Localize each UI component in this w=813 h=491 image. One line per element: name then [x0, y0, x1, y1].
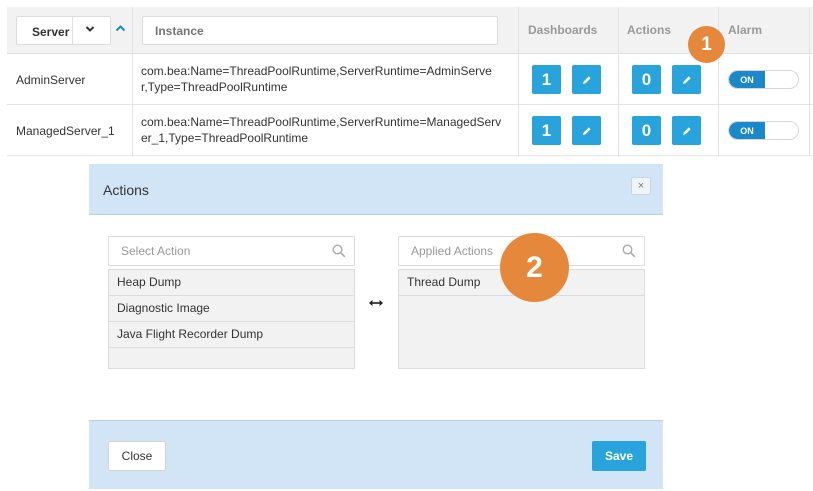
actions-column-header: Actions: [627, 23, 672, 37]
swap-arrows-icon[interactable]: [368, 297, 384, 311]
dashboards-column-header: Dashboards: [528, 23, 598, 37]
edit-actions-button[interactable]: [672, 65, 701, 94]
edit-dashboards-button[interactable]: [572, 65, 601, 94]
actions-count-button[interactable]: 0: [632, 116, 661, 145]
available-actions-list: Heap Dump Diagnostic Image Java Flight R…: [108, 269, 355, 369]
table-row: ManagedServer_1 com.bea:Name=ThreadPoolR…: [7, 105, 813, 156]
instance-line: com.bea:Name=ThreadPoolRuntime,ServerRun…: [141, 115, 502, 129]
instance-line: r,Type=ThreadPoolRuntime: [141, 80, 288, 94]
pencil-icon: [582, 126, 591, 135]
actions-count-button[interactable]: 0: [632, 65, 661, 94]
pencil-icon: [682, 126, 691, 135]
save-button[interactable]: Save: [592, 441, 646, 471]
servers-table: Server Dashboards Actions Alarm AdminSer…: [7, 7, 813, 157]
select-action-search: [108, 236, 355, 266]
chevron-down-icon[interactable]: [85, 22, 95, 39]
dashboards-count-button[interactable]: 1: [532, 116, 561, 145]
instance-line: com.bea:Name=ThreadPoolRuntime,ServerRun…: [141, 64, 492, 78]
close-button[interactable]: Close: [108, 441, 166, 471]
step-callout-1: 1: [688, 26, 725, 63]
dialog-header: Actions ×: [89, 164, 663, 215]
server-name: AdminServer: [16, 73, 86, 87]
close-icon[interactable]: ×: [631, 177, 651, 195]
alarm-toggle[interactable]: ON: [728, 121, 799, 140]
dialog-footer: Close Save: [89, 420, 663, 489]
dashboards-count-button[interactable]: 1: [532, 65, 561, 94]
pencil-icon: [682, 75, 691, 84]
list-item-heap-dump[interactable]: Heap Dump: [109, 270, 354, 296]
edit-dashboards-button[interactable]: [572, 116, 601, 145]
server-column-label: Server: [32, 25, 70, 39]
step-callout-2: 2: [500, 233, 569, 302]
select-action-input[interactable]: [109, 237, 324, 265]
alarm-toggle[interactable]: ON: [728, 70, 799, 89]
list-item-diagnostic-image[interactable]: Diagnostic Image: [109, 296, 354, 322]
alarm-column-header: Alarm: [728, 23, 763, 37]
actions-dialog: Actions × Heap Dump Diagnostic Image Jav…: [89, 164, 663, 489]
server-column-select[interactable]: Server: [16, 16, 111, 45]
instance-filter-input[interactable]: [142, 16, 498, 45]
server-name: ManagedServer_1: [16, 124, 115, 138]
table-row: AdminServer com.bea:Name=ThreadPoolRunti…: [7, 54, 813, 105]
instance-line: er_1,Type=ThreadPoolRuntime: [141, 131, 309, 145]
list-item-jfr-dump[interactable]: Java Flight Recorder Dump: [109, 322, 354, 348]
search-icon[interactable]: [332, 244, 346, 261]
pencil-icon: [582, 75, 591, 84]
alarm-toggle-on-label: ON: [729, 71, 765, 88]
edit-actions-button[interactable]: [672, 116, 701, 145]
dialog-title: Actions: [103, 182, 149, 198]
sort-up-icon[interactable]: [115, 21, 126, 35]
search-icon[interactable]: [622, 244, 636, 261]
alarm-toggle-on-label: ON: [729, 122, 765, 139]
